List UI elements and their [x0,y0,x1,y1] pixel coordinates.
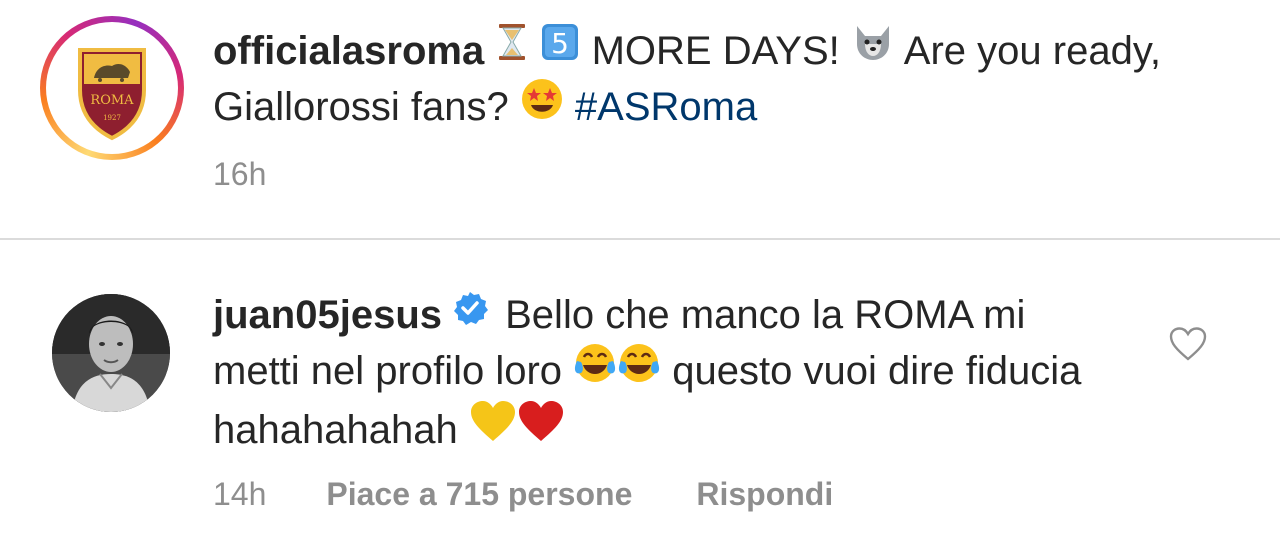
comment-username[interactable]: juan05jesus [213,293,442,337]
profile-photo-icon [52,294,170,412]
yellow-heart-icon [469,399,517,457]
caption-text: officialasroma 5 MORE DAYS! Are you read… [213,24,1213,139]
post-timestamp: 16h [213,156,267,192]
asroma-avatar[interactable]: ROMA 1927 [52,28,172,148]
post-username[interactable]: officialasroma [213,29,484,73]
like-comment-button[interactable] [1168,326,1208,362]
hashtag-link[interactable]: #ASRoma [575,85,757,129]
caption-part-1: MORE DAYS! [580,29,851,73]
post-caption: ROMA 1927 officialasroma 5 MORE DAYS! Ar… [0,0,1280,240]
star-struck-icon [520,77,564,135]
heart-outline-icon [1169,327,1207,361]
comment-text: juan05jesus Bello che manco la ROMA mi m… [213,288,1093,461]
verified-badge-icon [452,286,489,340]
likes-count-link[interactable]: Piace a 715 persone [326,476,632,512]
comment-timestamp: 14h [213,476,267,512]
comment-meta: 14h Piace a 715 persone Rispondi [213,476,833,513]
story-ring[interactable]: ROMA 1927 [40,16,184,160]
keycap-5-icon: 5 [540,22,580,76]
comment: juan05jesus Bello che manco la ROMA mi m… [0,240,1280,557]
avatar-ring-inner: ROMA 1927 [46,22,178,154]
svg-text:5: 5 [552,27,570,60]
reply-button[interactable]: Rispondi [696,476,833,512]
hourglass-icon [495,22,529,76]
svg-text:1927: 1927 [103,114,121,122]
wolf-icon [851,22,895,76]
svg-text:ROMA: ROMA [90,93,134,108]
asroma-crest-icon: ROMA 1927 [78,48,146,141]
red-heart-icon [517,399,565,457]
tears-of-joy-icon [573,341,617,399]
juan05jesus-avatar[interactable] [52,294,170,412]
tears-of-joy-icon [617,341,661,399]
post-meta: 16h [213,156,266,193]
